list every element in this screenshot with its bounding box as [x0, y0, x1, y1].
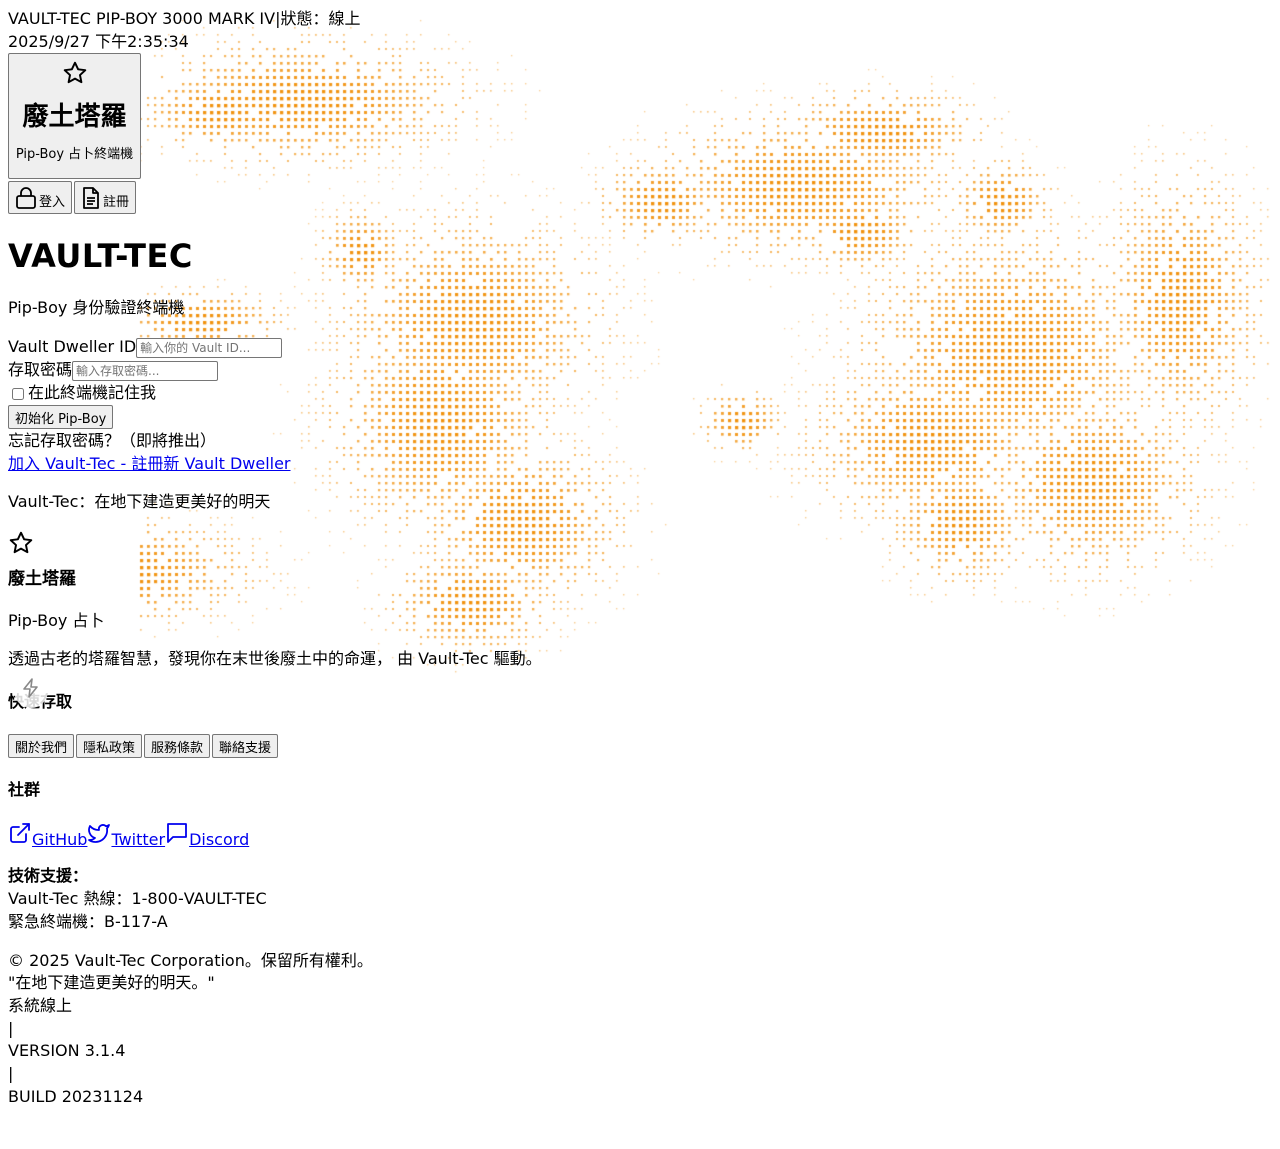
- connection-status: 狀態：線上: [280, 9, 361, 28]
- terms-of-service-button[interactable]: 服務條款: [144, 734, 211, 759]
- contact-support-button[interactable]: 聯絡支援: [212, 734, 279, 759]
- discord-label: Discord: [189, 829, 250, 849]
- login-subtitle: Pip-Boy 身份驗證終端機: [8, 298, 185, 318]
- footer-separator-2: |: [8, 1064, 14, 1084]
- logo-subtitle: Pip-Boy 占卜終端機: [15, 146, 134, 162]
- twitter-bird-icon: [87, 821, 111, 852]
- home-logo-button[interactable]: 廢土塔羅 Pip-Boy 占卜終端機: [8, 53, 141, 180]
- register-nav-button[interactable]: 註冊: [74, 181, 137, 215]
- status-bar: VAULT-TEC PIP-BOY 3000 MARK IV|狀態：線上: [8, 8, 1272, 31]
- hotline: Vault-Tec 熱線：1-800-VAULT-TEC: [8, 889, 267, 909]
- copyright: © 2025 Vault-Tec Corporation。保留所有權利。: [8, 950, 373, 970]
- social-links: GitHub Twitter Discord: [8, 821, 1272, 852]
- privacy-policy-button[interactable]: 隱私政策: [76, 734, 143, 759]
- device-name: VAULT-TEC PIP-BOY 3000 MARK IV: [8, 9, 276, 28]
- login-nav-label: 登入: [39, 195, 66, 211]
- register-nav-label: 註冊: [103, 195, 130, 211]
- forgot-password-text: 忘記存取密碼？（即將推出）: [8, 430, 217, 450]
- external-link-icon: [8, 821, 32, 852]
- logo-title: 廢土塔羅: [22, 102, 127, 133]
- build: BUILD 20231124: [8, 1086, 144, 1106]
- register-link[interactable]: 加入 Vault-Tec - 註冊新 Vault Dweller: [8, 454, 291, 473]
- vault-id-row: Vault Dweller ID: [8, 336, 1272, 359]
- password-input[interactable]: [72, 360, 219, 381]
- quick-access-heading: 快速存取: [8, 691, 1272, 714]
- page-root: VAULT-TEC PIP-BOY 3000 MARK IV|狀態：線上 202…: [0, 0, 1280, 1117]
- document-icon: [81, 186, 101, 210]
- lightning-bolt-icon: [22, 677, 40, 705]
- footer-separator-1: |: [8, 1018, 14, 1038]
- initialize-pipboy-button[interactable]: 初始化 Pip-Boy: [8, 405, 114, 430]
- version: VERSION 3.1.4: [8, 1041, 126, 1061]
- chat-bubble-icon: [165, 821, 189, 852]
- vault-id-input[interactable]: [136, 337, 283, 358]
- about-us-button[interactable]: 關於我們: [8, 734, 75, 759]
- footer: 廢土塔羅 Pip-Boy 占卜 透過古老的塔羅智慧，發現你在末世後廢土中的命運，…: [8, 530, 1272, 1109]
- twitter-link[interactable]: Twitter: [87, 821, 165, 852]
- login-nav-button[interactable]: 登入: [8, 181, 73, 215]
- support-heading: 技術支援：: [8, 866, 89, 886]
- remember-label: 在此終端機記住我: [28, 383, 157, 403]
- footer-subtitle: Pip-Boy 占卜: [8, 610, 105, 630]
- emergency-terminal: 緊急終端機：B-117-A: [8, 911, 168, 931]
- github-link[interactable]: GitHub: [8, 821, 87, 852]
- auth-nav: 登入 註冊: [8, 181, 1272, 215]
- discord-link[interactable]: Discord: [165, 821, 249, 852]
- datetime: 2025/9/27 下午2:35:34: [8, 31, 189, 51]
- password-label: 存取密碼: [8, 360, 73, 380]
- remember-checkbox[interactable]: [12, 387, 24, 400]
- vault-id-label: Vault Dweller ID: [8, 337, 137, 357]
- footer-star-icon: [8, 530, 1272, 556]
- community-heading: 社群: [8, 780, 41, 800]
- floating-action-button[interactable]: [14, 674, 48, 708]
- star-icon: [13, 60, 136, 86]
- footer-description: 透過古老的塔羅智慧，發現你在末世後廢土中的命運， 由 Vault-Tec 驅動。: [8, 648, 542, 668]
- github-label: GitHub: [32, 829, 88, 849]
- password-row: 存取密碼: [8, 359, 1272, 382]
- quick-links: 關於我們 隱私政策 服務條款 聯絡支援: [8, 734, 1272, 759]
- remember-row: 在此終端機記住我: [8, 382, 1272, 405]
- lock-icon: [15, 186, 37, 210]
- brand-heading: VAULT-TEC: [8, 237, 193, 276]
- login-slogan: Vault-Tec：在地下建造更美好的明天: [8, 492, 271, 512]
- twitter-label: Twitter: [111, 829, 166, 849]
- system-status: 系統線上: [8, 996, 73, 1016]
- footer-quote: "在地下建造更美好的明天。": [8, 973, 215, 993]
- footer-title: 廢土塔羅: [8, 569, 76, 590]
